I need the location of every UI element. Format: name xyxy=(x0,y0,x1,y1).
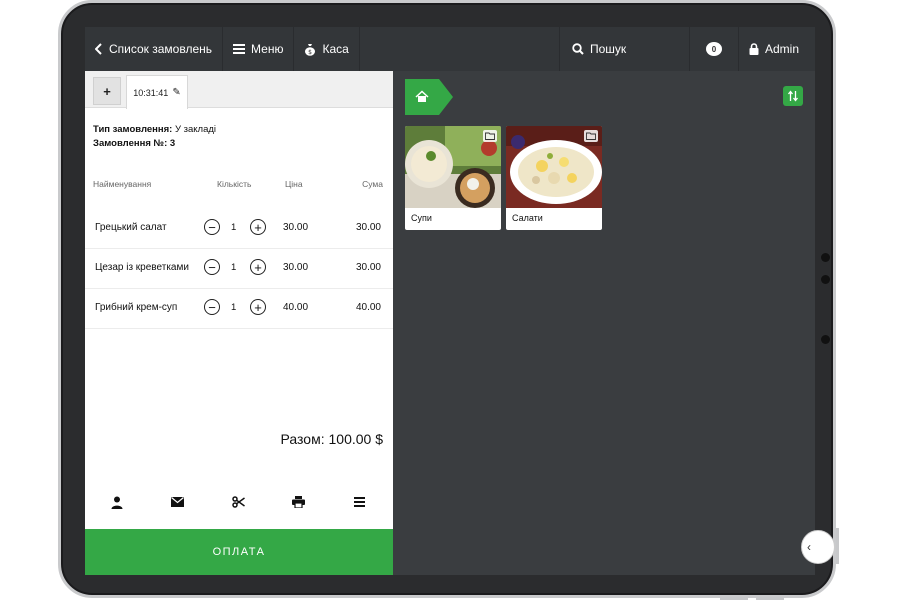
chevron-left-icon: ‹ xyxy=(807,540,811,554)
order-row[interactable]: Цезар із креветками − 1 + 30.00 30.00 xyxy=(85,249,393,289)
column-header-qty: Кількість xyxy=(217,179,252,189)
tablet-frame: Список замовлень Меню $ Каса Пошук 0 Adm… xyxy=(58,0,836,598)
increase-qty-button[interactable]: + xyxy=(250,299,266,315)
customer-button[interactable] xyxy=(107,493,127,511)
order-total: Разом: 100.00 $ xyxy=(280,431,383,447)
column-header-price: Ціна xyxy=(285,179,303,189)
item-qty: 1 xyxy=(231,262,237,273)
order-type-label: Тип замовлення: xyxy=(93,124,173,135)
side-button xyxy=(836,528,839,564)
item-name: Грецький салат xyxy=(95,222,167,233)
split-order-button[interactable] xyxy=(228,493,248,511)
money-bag-icon: $ xyxy=(305,43,316,56)
cash-label: Каса xyxy=(322,42,349,56)
increase-qty-button[interactable]: + xyxy=(250,219,266,235)
svg-text:$: $ xyxy=(309,49,313,56)
app-screen: Список замовлень Меню $ Каса Пошук 0 Adm… xyxy=(85,27,815,575)
envelope-icon xyxy=(170,497,184,507)
search-button[interactable]: Пошук xyxy=(558,27,689,71)
orders-list-button[interactable]: Список замовлень xyxy=(85,27,224,71)
messages-count-badge: 0 xyxy=(705,42,722,56)
collapse-panel-button[interactable]: ‹ xyxy=(801,530,835,564)
order-row[interactable]: Грибний крем-суп − 1 + 40.00 40.00 xyxy=(85,289,393,329)
hardware-dot xyxy=(821,275,830,284)
sort-arrows-icon xyxy=(787,90,799,102)
item-price: 40.00 xyxy=(283,302,309,313)
item-qty: 1 xyxy=(231,222,237,233)
user-label: Admin xyxy=(764,42,799,56)
item-name: Цезар із креветками xyxy=(95,262,189,273)
orders-list-label: Список замовлень xyxy=(109,42,213,56)
user-icon xyxy=(111,496,123,509)
order-panel: + 10:31:41 ✎ Тип замовлення: У закладі З… xyxy=(85,71,393,575)
top-bar: Список замовлень Меню $ Каса Пошук 0 Adm… xyxy=(85,27,815,71)
order-number-value: 3 xyxy=(169,138,176,149)
order-type-value: У закладі xyxy=(174,124,217,135)
scissors-icon xyxy=(231,496,245,508)
hardware-dot xyxy=(821,253,830,262)
messages-button[interactable]: 0 xyxy=(688,27,739,71)
decrease-qty-button[interactable]: − xyxy=(204,219,220,235)
more-button[interactable] xyxy=(349,493,369,511)
order-info: Тип замовлення: У закладі Замовлення №: … xyxy=(93,123,216,151)
printer-icon xyxy=(291,496,305,508)
email-button[interactable] xyxy=(167,493,187,511)
hamburger-icon xyxy=(233,44,246,54)
item-price: 30.00 xyxy=(283,222,309,233)
item-qty: 1 xyxy=(231,302,237,313)
category-label: Салати xyxy=(512,213,543,223)
hardware-dot xyxy=(821,335,830,344)
print-button[interactable] xyxy=(288,493,308,511)
menu-button[interactable]: Меню xyxy=(223,27,295,71)
increase-qty-button[interactable]: + xyxy=(250,259,266,275)
new-order-tab-button[interactable]: + xyxy=(93,77,121,105)
decrease-qty-button[interactable]: − xyxy=(204,299,220,315)
item-sum: 30.00 xyxy=(355,262,381,273)
item-price: 30.00 xyxy=(283,262,309,273)
folder-icon xyxy=(584,130,598,142)
item-sum: 30.00 xyxy=(355,222,381,233)
order-tab-time: 10:31:41 xyxy=(133,87,169,98)
cash-button[interactable]: $ Каса xyxy=(294,27,360,71)
category-card-soups[interactable]: Супи xyxy=(405,126,501,230)
lock-icon xyxy=(749,43,759,55)
folder-icon xyxy=(483,130,497,142)
column-header-sum: Сума xyxy=(362,179,383,189)
menu-label: Меню xyxy=(251,42,284,56)
order-actions xyxy=(85,489,393,515)
search-label: Пошук xyxy=(589,42,627,56)
chevron-left-icon xyxy=(95,43,102,55)
item-sum: 40.00 xyxy=(355,302,381,313)
category-card-salads[interactable]: Салати xyxy=(506,126,602,230)
list-icon xyxy=(353,497,365,507)
pencil-icon[interactable]: ✎ xyxy=(172,87,180,98)
user-menu[interactable]: Admin xyxy=(739,27,815,71)
column-header-name: Найменування xyxy=(93,179,152,189)
home-button[interactable] xyxy=(405,79,453,115)
decrease-qty-button[interactable]: − xyxy=(204,259,220,275)
order-tab-active[interactable]: 10:31:41 ✎ xyxy=(126,75,188,109)
order-number-label: Замовлення №: xyxy=(93,138,168,149)
category-label: Супи xyxy=(411,213,432,223)
item-name: Грибний крем-суп xyxy=(95,302,178,313)
order-row[interactable]: Грецький салат − 1 + 30.00 30.00 xyxy=(85,209,393,249)
sort-button[interactable] xyxy=(783,86,803,106)
pay-button[interactable]: ОПЛАТА xyxy=(85,529,393,575)
order-tabs: + 10:31:41 ✎ xyxy=(85,71,393,109)
search-icon xyxy=(572,43,584,55)
